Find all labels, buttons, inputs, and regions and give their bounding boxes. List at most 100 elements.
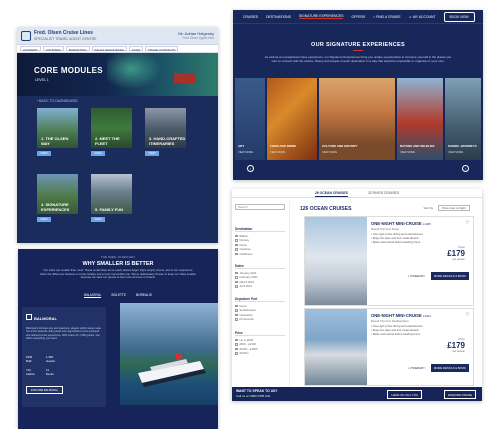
footer-phone[interactable]: Call us on 0800 0355 242 [236,394,270,398]
find-cruise-link[interactable]: ⌕ FIND A CRUISE [373,15,400,19]
stat-label: Built [26,358,32,363]
results-tabs: 26 OCEAN CRUISES 32 RIVER CRUISES [232,189,482,198]
more-details-button[interactable]: MORE DETAILS & BOOK [430,272,469,280]
experience-card[interactable]: SCENIC JOURNEYS VIEW MORE [445,78,481,160]
footer-title: WANT TO SPEAK TO US? [236,389,278,393]
module-title: 3. HAND-CRAFTED ITINERARIES [149,136,186,146]
checkbox-icon [235,285,238,288]
checkbox-icon [235,276,238,279]
experience-link[interactable]: VIEW MORE [238,151,253,154]
module-card[interactable]: 1. THE OLSEN WAY VIEW [37,108,78,156]
tab-balmoral[interactable]: BALMORAL [84,293,102,298]
nav-item[interactable]: COURSES [42,46,64,52]
filter-search-input[interactable]: Search [235,204,285,210]
page-title: CORE MODULES [34,66,103,75]
favourite-heart-icon[interactable]: ♡ [466,312,470,318]
portal-header: Fred. Olsen Cruise Lines SPECIALIST TRAV… [17,27,218,45]
call-me-button[interactable]: HAVE US CALL YOU [387,390,422,399]
module-title: 4. SIGNATURE EXPERIENCES [41,202,70,212]
filter-heading[interactable]: Destination [235,227,285,232]
nav-item[interactable]: CRUISES [243,15,258,19]
nav-item-active[interactable]: SIGNATURE EXPERIENCES [298,14,344,19]
ship-stat: 1994 Built [26,355,32,363]
sort-label: Sort by [423,206,433,210]
experience-link[interactable]: VIEW MORE [448,151,463,154]
tab-bolette[interactable]: BOLETTE [111,293,126,298]
explore-ship-button[interactable]: EXPLORE BALMORAL [26,386,64,394]
experience-link[interactable]: VIEW MORE [322,151,337,154]
module-card[interactable]: 5. FAMILY FUN VIEW [91,174,132,222]
experience-link[interactable]: VIEW MORE [400,151,415,154]
itinerary-link[interactable]: ⌖ ITINERARY [408,366,425,370]
account-link[interactable]: ☺ MY ACCOUNT [409,15,436,19]
tab-river-cruises[interactable]: 32 RIVER CRUISES [368,191,399,197]
view-button[interactable]: VIEW [91,217,105,222]
itinerary-link[interactable]: ⌖ ITINERARY [408,274,425,278]
sort-select[interactable]: Price (low to high) [437,205,470,211]
user-info[interactable]: Mr. Adrian Helgesby Fred Olsen Agent Hub [178,31,214,41]
view-button[interactable]: VIEW [37,151,51,156]
tab-ocean-cruises[interactable]: 26 OCEAN CRUISES [314,191,348,197]
next-arrow-icon[interactable]: › [462,165,469,172]
site-header: CRUISES DESTINATIONS SIGNATURE EXPERIENC… [233,10,483,24]
prev-arrow-icon[interactable]: ‹ [247,165,254,172]
filter-option-label: £1500+ [239,351,249,356]
filter-heading[interactable]: Price [235,331,285,336]
nav-item[interactable]: OFFERS [351,15,365,19]
cruise-highlights: • One night of fine dining and entertain… [371,233,423,244]
nav-item[interactable]: MARKETING [65,46,90,52]
filter-option[interactable]: Portsmouth [235,317,285,322]
checkbox-icon [235,304,238,308]
favourite-heart-icon[interactable]: ♡ [466,220,470,226]
experience-card[interactable]: ART VIEW MORE [235,78,265,160]
ship-description: Balmoral's intimate size and spacious, e… [26,327,101,341]
module-title: 5. FAMILY FUN [95,206,124,212]
enquire-online-button[interactable]: ENQUIRE ONLINE [444,390,476,399]
results-count: 126 OCEAN CRUISES [300,206,352,212]
section-supertitle: THE FRED. OLSEN WAY [100,255,136,259]
filter-option[interactable]: Caribbean [235,252,285,257]
tab-borealis[interactable]: BOREALIS [136,293,152,298]
nav-item[interactable]: TRADE CONTACTS [145,46,179,52]
back-label: BACK TO DASHBOARD [39,99,78,103]
module-card[interactable]: 3. HAND-CRAFTED ITINERARIES VIEW [145,108,186,156]
filter-option-label: April 2021 [239,284,253,289]
nav-item[interactable]: DESTINATIONS [266,15,291,19]
ship-logo-icon [26,314,32,320]
section-lead: Our ships are smaller than most. These s… [40,268,196,280]
filter-option[interactable]: £1500+ [235,351,285,356]
nav-item[interactable]: SALES RESOURCES [91,46,128,52]
cruise-title: ONE-NIGHT MINI-CRUISE L1404 [371,313,431,318]
ship-image [120,303,218,405]
checkbox-icon [235,347,238,351]
experience-card[interactable]: CULTURE AND HISTORY VIEW MORE [319,78,395,160]
level-label: LEVEL 1 [35,78,49,82]
filter-heading[interactable]: Departure Port [235,297,285,302]
module-card[interactable]: 4. SIGNATURE EXPERIENCES VIEW [37,174,78,222]
experience-caption: SCENIC JOURNEYS [448,144,477,148]
checkbox-icon [235,280,238,284]
view-button[interactable]: VIEW [91,151,105,156]
nav-item[interactable]: ACADEMY [20,46,41,52]
checkbox-icon [235,252,238,256]
checkbox-icon [235,318,238,321]
filter-option[interactable]: April 2021 [235,284,285,289]
checkbox-icon [235,343,238,346]
view-button[interactable]: VIEW [37,217,51,222]
filter-heading[interactable]: Dates [235,264,285,269]
nav-item[interactable]: FAQS [129,46,144,52]
stat-label: Cabins [26,371,35,376]
aurora-image [107,53,167,93]
back-link[interactable]: ‹ BACK TO DASHBOARD [37,99,78,103]
module-card[interactable]: 2. MEET THE FLEET VIEW [91,108,132,156]
experience-link[interactable]: VIEW MORE [270,151,285,154]
cruise-photo [305,217,367,305]
more-details-button[interactable]: MORE DETAILS & BOOK [430,364,469,372]
view-button[interactable]: VIEW [145,151,159,156]
highlight-item: Enjoy two days and four meals aboard [372,237,419,240]
experience-card[interactable]: NATURE AND WILDLIFE VIEW MORE [397,78,443,160]
book-now-button[interactable]: BOOK NOW [443,11,475,22]
brand-subtitle: SPECIALIST TRAVEL AGENT CENTRE [34,36,97,41]
checkbox-icon [235,271,238,275]
experience-card[interactable]: FOOD AND DRINK VIEW MORE [267,78,317,160]
